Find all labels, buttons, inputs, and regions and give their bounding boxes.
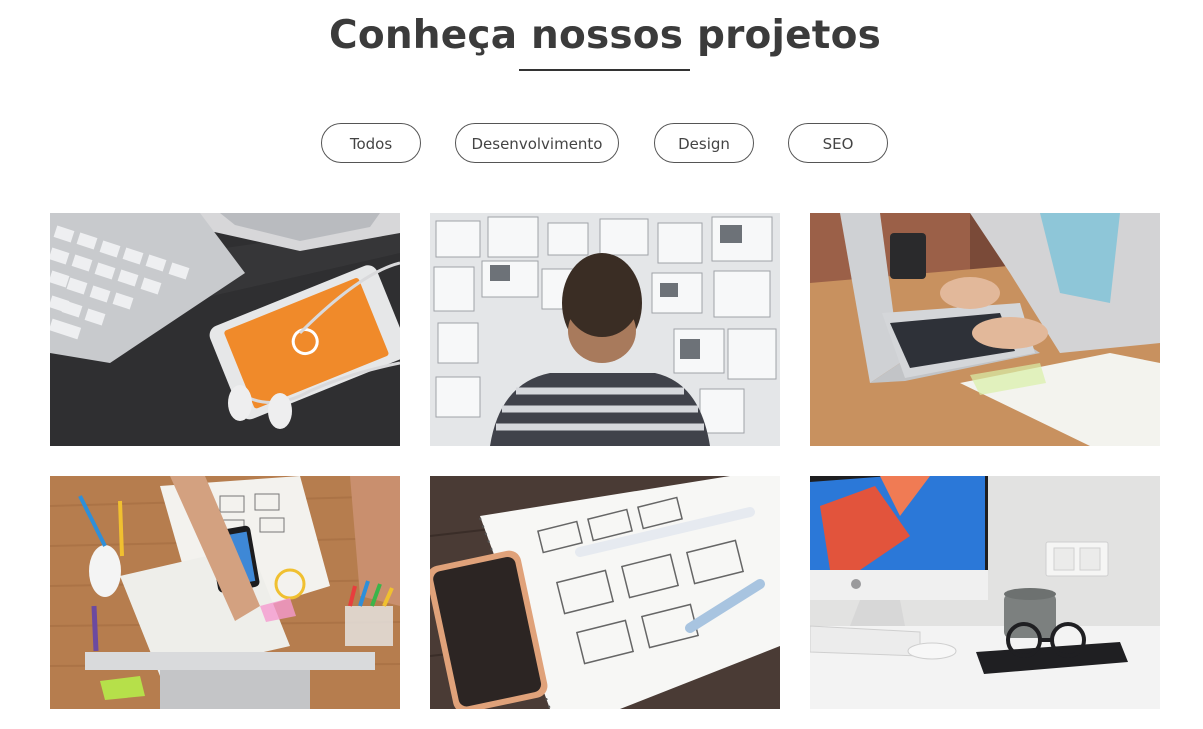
section-title: Conheça nossos projetos <box>329 13 881 58</box>
filter-desenvolvimento-button[interactable]: Desenvolvimento <box>455 123 619 163</box>
project-card-6[interactable] <box>810 476 1160 709</box>
project-card-4[interactable] <box>50 476 400 709</box>
project-card-5[interactable] <box>430 476 780 709</box>
imac-desk-photo <box>810 476 1160 709</box>
project-card-1[interactable] <box>50 213 400 446</box>
phone-keyboard-photo <box>50 213 400 446</box>
project-card-3[interactable] <box>810 213 1160 446</box>
filter-seo-button[interactable]: SEO <box>788 123 888 163</box>
laptop-typing-photo <box>810 213 1160 446</box>
filter-design-button[interactable]: Design <box>654 123 754 163</box>
sketching-desk-photo <box>50 476 400 709</box>
wireframe-notebook-photo <box>430 476 780 709</box>
filter-todos-button[interactable]: Todos <box>321 123 421 163</box>
title-underline <box>519 69 690 71</box>
moodboard-wall-photo <box>430 213 780 446</box>
project-card-2[interactable] <box>430 213 780 446</box>
